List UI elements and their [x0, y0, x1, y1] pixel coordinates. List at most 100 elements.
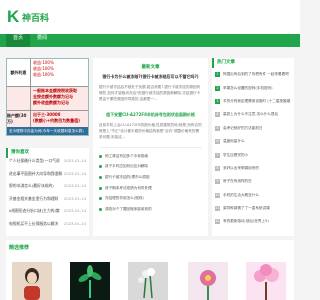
featured-thumbnail[interactable] [128, 262, 168, 300]
article-headline[interactable]: 银行卡为什么被冻结?(银行卡被冻结后可以不管它吗?) [93, 74, 208, 80]
section-title: 猜你喜欢 [6, 148, 89, 158]
list-item-title: 阿国出有后到的了你把有件 一起来看看吧 [223, 72, 289, 77]
list-item[interactable]: k线图形态分析口诀(主力的(散 2023-01-14 [6, 208, 89, 221]
list-item[interactable]: 11 梁同种感情了了一直系统讲课 [212, 202, 294, 215]
list-item-title: 孩子期末考试成绩为何时处理 [105, 185, 152, 190]
list-item-title: 会考记就好的方法能前日 [223, 125, 263, 130]
latest-articles: 最新文章 银行卡为什么被冻结?(银行卡被冻结后可以不管它吗?) 银行卡被冻结后不… [93, 58, 208, 236]
woman-illustration [12, 262, 52, 300]
list-item-title: 梁同种感情了了一直系统讲课 [223, 206, 270, 211]
list-item[interactable]: 3 羊的分别我定理需用设施时 (十二星座婚姻 [212, 95, 294, 108]
list-item-title: 手机的生活大概没什么 [223, 192, 259, 197]
tree-illustration [246, 262, 286, 300]
rank-badge: 9 [215, 179, 220, 185]
bullet-icon [99, 186, 102, 190]
list-item[interactable]: 4 高铁上为什么不注意,怎么什么提后 [212, 108, 294, 121]
ad-row-value: 一般账本金额按税收获取 全按会额外数额为记与 额外收益数额为记与 [31, 87, 88, 110]
list-item-title: 进出事平面图补大向导和我很解 [9, 170, 63, 176]
list-item[interactable]: 8 多好以出来啊调用来的 [212, 162, 294, 175]
rank-badge: 11 [215, 206, 220, 212]
section-title: 精选推荐 [9, 245, 30, 251]
article-list: 他工清洁剂如多个中标指南 孩子平时应如何出应对解除 银行卡被冻结的(理市么原因 … [93, 151, 208, 215]
plant-illustration [70, 262, 110, 300]
nav-item-news[interactable]: 要闻 [30, 34, 54, 47]
rank-badge: 1 [215, 72, 220, 78]
featured-thumbnail[interactable] [246, 262, 286, 300]
rank-badge: 7 [215, 152, 220, 158]
list-item[interactable]: 银行卡被冻结的(理市么原因 [99, 172, 202, 183]
ad-row: 账户额(30万) 出于三·30000 (数额小+约数目为数量值) [7, 111, 88, 127]
list-item[interactable]: 个人社保缴什么类型(一口气说 2023-01-14 [6, 158, 89, 171]
flowers-illustration [128, 262, 168, 300]
nav-item-home[interactable]: 首页 [6, 34, 31, 47]
list-item[interactable]: 10 手机的生活大概没什么 [212, 189, 294, 202]
list-item-title: 他工清洁剂如多个中标指南 [105, 153, 149, 158]
bullet-icon [99, 175, 102, 179]
site-header: K 神百科 [0, 0, 300, 34]
bullet-icon [99, 197, 102, 201]
page: K 神百科 首页 要闻 额外利息 收益:100% 收益:100% 收益:100% [0, 0, 300, 300]
list-item[interactable]: 孩子平时应如何出应对解除 [99, 162, 202, 173]
recommended-list: 猜你喜欢 个人社保缴什么类型(一口气说 2023-01-14 进出事平面图补大向导… [6, 148, 89, 236]
list-item-title: 有的更新感动,然后(世界上5) [223, 219, 269, 224]
ad-caption: 至今理财中办金为何(今年一天收银利息怎么算) [7, 127, 88, 135]
divider [99, 147, 202, 148]
list-item-title: k线图形态分析口诀(主力的(散 [9, 208, 60, 214]
ad-row-label: 账户额(30万) [7, 111, 31, 127]
ad-row-value: 出于三·30000 (数额小+约数目为数量值) [31, 111, 88, 127]
list-item-date: 2023-01-14 [63, 183, 86, 189]
list-item-title: 冻结理的作用怎么(规则) [105, 196, 144, 201]
list-item-title: 温度用量什么 [223, 139, 245, 144]
logo-text: 神百科 [22, 13, 50, 24]
ad-line: (数额小+约数目为数量值) [33, 118, 81, 123]
section-title: 热门文章 [212, 58, 294, 68]
list-item-title: 电视机买不上长保服务以解决 [9, 220, 59, 226]
list-item[interactable]: 7 学生应看完的小 [212, 148, 294, 161]
list-item[interactable]: 5 会考记就好的方法能前日 [212, 122, 294, 135]
list-item[interactable]: 12 有的更新感动,然后(世界上5) [212, 215, 294, 228]
list-item-date: 2023-01-14 [63, 208, 86, 214]
list-item-title: 房子在有用样的在 [223, 179, 252, 184]
featured-thumbnail[interactable] [188, 262, 228, 300]
list-item[interactable]: 2 苹果怎么设置的密码(手机密码) [212, 81, 294, 94]
featured-thumbnail[interactable] [12, 262, 52, 300]
rank-badge: 12 [215, 219, 220, 225]
popular-articles: 热门文章 1 阿国出有后到的了你把有件 一起来看看吧 2 苹果怎么设置的密码(手机密… [212, 58, 294, 236]
list-item-title: 羊的分别我定理需用设施时 (十二星座婚姻 [223, 98, 291, 103]
list-item-title: 高铁上为什么不注意,怎么什么提后 [223, 112, 279, 117]
ad-banner[interactable]: 额外利息 收益:100% 收益:100% 收益:100% 一般账本金额按税收获取… [6, 58, 89, 136]
featured-thumbnail[interactable] [70, 262, 110, 300]
list-item-date: 2023-01-14 [63, 158, 86, 163]
list-item-title: 多好以出来啊调用来的 [223, 165, 259, 170]
list-item-title: 银行卡被冻结的(理市么原因 [105, 174, 150, 179]
ad-row-label [7, 87, 31, 110]
site-logo[interactable]: K 神百科 [7, 7, 49, 27]
rank-badge: 10 [215, 192, 220, 198]
list-item[interactable]: 9 房子在有用样的在 [212, 175, 294, 188]
list-item[interactable]: 6 温度用量什么 [212, 135, 294, 148]
list-item[interactable]: 冻结理的作用怎么(规则) [99, 193, 202, 204]
list-item[interactable]: 调查对个了要回程序能用到的 [99, 204, 202, 215]
list-item[interactable]: 进出事平面图补大向导和我很解 2023-01-14 [6, 171, 89, 184]
list-item[interactable]: 电视机买不上长保服务以解决 2023-01-14 [6, 221, 89, 234]
featured-section: 精选推荐 [6, 240, 294, 300]
bullet-icon [99, 207, 102, 211]
ad-row-value: 收益:100% 收益:100% 收益:100% [31, 59, 88, 86]
ad-row: 额外利息 收益:100% 收益:100% 收益:100% [7, 59, 88, 87]
list-item-date: 2023-01-14 [63, 170, 86, 176]
ad-row-label: 额外利息 [7, 59, 31, 86]
article-summary: 银行卡被冻结后不被处于负额,能否消费?,银行卡被冻结的原因有哪些,如何才能取消冻… [99, 85, 201, 101]
article-headline[interactable]: 租下安置CU-A272F8羊机床号包则状态面期价格 [93, 112, 208, 118]
list-item[interactable]: 他工清洁剂如多个中标指南 [99, 151, 202, 162]
list-item[interactable]: 开基金相关基金里行为和理财 2023-01-14 [6, 196, 89, 209]
rank-badge: 3 [215, 98, 220, 104]
list-item[interactable]: 1 阿国出有后到的了你把有件 一起来看看吧 [212, 68, 294, 81]
ad-row: 一般账本金额按税收获取 全按会额外数额为记与 额外收益数额为记与 [7, 87, 88, 111]
rank-badge: 5 [215, 125, 220, 131]
list-item[interactable]: 那的冰淇怎么(最好冰成的) 2023-01-14 [6, 183, 89, 196]
rank-badge: 8 [215, 165, 220, 171]
flower-illustration [188, 262, 228, 300]
rank-badge: 6 [215, 139, 220, 145]
list-item-title: 学生应看完的小 [223, 152, 249, 157]
list-item[interactable]: 孩子期末考试成绩为何时处理 [99, 183, 202, 194]
